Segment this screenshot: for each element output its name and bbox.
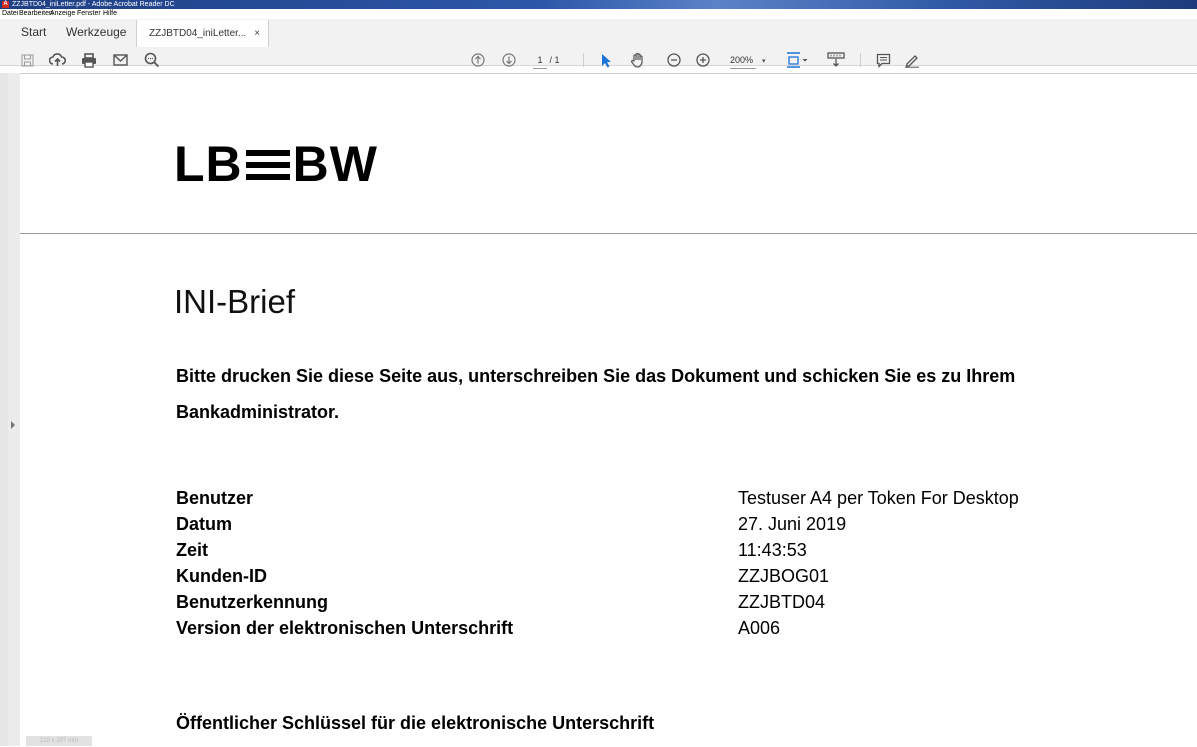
expand-pane-icon[interactable]	[11, 421, 15, 429]
field-value: 27. Juni 2019	[738, 514, 847, 534]
field-row-kunden-id: Kunden-ID ZZJBOG01	[176, 563, 829, 589]
menu-anzeige[interactable]: Anzeige	[50, 9, 75, 19]
menu-bearbeiten[interactable]: Bearbeiten	[19, 9, 53, 19]
zoom-dropdown[interactable]: 200% ▾	[730, 52, 766, 69]
public-key-heading: Öffentlicher Schlüssel für die elektroni…	[176, 713, 655, 733]
field-row-benutzer: Benutzer Testuser A4 per Token For Deskt…	[176, 485, 1019, 511]
field-label: Kunden-ID	[176, 566, 267, 586]
field-label: Zeit	[176, 540, 209, 560]
field-label: Benutzerkennung	[176, 592, 329, 612]
toolbar-divider	[583, 53, 584, 67]
logo-text-left: LB	[174, 136, 243, 192]
instruction-text: Bitte drucken Sie diese Seite aus, unter…	[176, 366, 1016, 422]
logo-text-right: BW	[292, 136, 378, 192]
tab-document-label: ZZJBTD04_iniLetter...	[149, 28, 247, 39]
field-value: Testuser A4 per Token For Desktop	[738, 488, 1019, 508]
menu-hilfe[interactable]: Hilfe	[103, 9, 117, 19]
field-label: Datum	[176, 514, 233, 534]
field-value: ZZJBOG01	[738, 566, 830, 586]
upload-cloud-icon[interactable]	[47, 47, 67, 73]
window-title: ZZJBTD04_iniLetter.pdf - Adobe Acrobat R…	[12, 1, 175, 8]
field-row-datum: Datum 27. Juni 2019	[176, 511, 846, 537]
left-navigation-pane[interactable]	[0, 73, 8, 746]
bank-logo: LB BW	[174, 134, 378, 194]
tab-document[interactable]: ZZJBTD04_iniLetter... ×	[136, 20, 270, 47]
field-value: A006	[738, 618, 781, 638]
zoom-in-icon[interactable]	[694, 47, 712, 73]
logo-bars	[245, 146, 290, 184]
close-icon[interactable]: ×	[254, 28, 260, 39]
field-label: Benutzer	[176, 488, 254, 508]
print-icon[interactable]	[79, 47, 99, 73]
email-icon[interactable]	[110, 47, 130, 73]
save-icon[interactable]	[18, 47, 36, 73]
select-cursor-icon[interactable]	[597, 47, 615, 73]
document-title: INI-Brief	[174, 283, 296, 320]
acrobat-icon: A	[2, 1, 9, 8]
header-divider	[20, 233, 1197, 234]
page-number-input[interactable]: 1	[533, 52, 547, 69]
tab-start[interactable]: Start	[21, 19, 46, 46]
field-row-benutzerkennung: Benutzerkennung ZZJBTD04	[176, 589, 825, 615]
field-row-zeit: Zeit 11:43:53	[176, 537, 807, 563]
page-indicator: 1 / 1	[533, 52, 560, 69]
highlight-pen-icon[interactable]	[902, 47, 922, 73]
zoom-value: 200%	[730, 52, 756, 69]
hand-tool-icon[interactable]	[628, 47, 648, 73]
search-icon[interactable]	[142, 47, 162, 73]
tab-werkzeuge[interactable]: Werkzeuge	[66, 19, 126, 46]
menu-fenster[interactable]: Fenster	[77, 9, 101, 19]
fit-page-icon[interactable]	[784, 47, 810, 73]
toolbar-divider	[860, 53, 861, 67]
page-total: / 1	[549, 55, 560, 65]
chevron-down-icon: ▾	[762, 58, 766, 65]
field-value: ZZJBTD04	[738, 592, 826, 612]
comment-icon[interactable]	[873, 47, 893, 73]
document-gutter	[8, 73, 20, 746]
field-row-signature-version: Version der elektronischen Unterschrift …	[176, 615, 780, 641]
toolbar: 1 / 1 200% ▾	[0, 47, 1197, 73]
previous-page-icon[interactable]	[469, 47, 487, 73]
menu-datei[interactable]: Datei	[2, 9, 18, 19]
title-bar: A ZZJBTD04_iniLetter.pdf - Adobe Acrobat…	[0, 0, 1197, 9]
field-label: Version der elektronischen Unterschrift	[176, 618, 514, 638]
menu-bar: Datei Bearbeiten Anzeige Fenster Hilfe	[0, 9, 1197, 19]
zoom-out-icon[interactable]	[665, 47, 683, 73]
field-value: 11:43:53	[738, 540, 807, 560]
next-page-icon[interactable]	[500, 47, 518, 73]
scroll-mode-icon[interactable]	[825, 47, 847, 73]
page-size-indicator: 210 x 297 mm	[26, 736, 92, 746]
